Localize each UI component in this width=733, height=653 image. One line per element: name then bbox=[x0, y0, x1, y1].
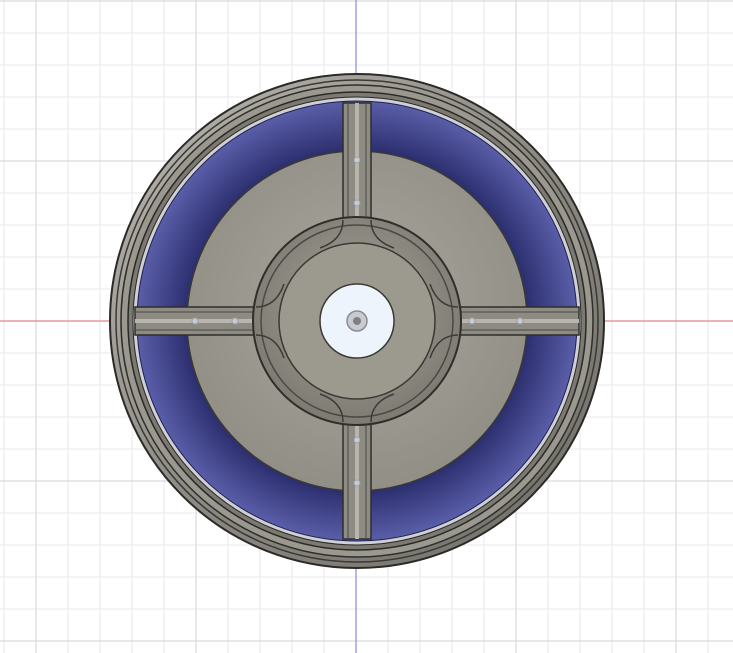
wheel-rim-model[interactable] bbox=[109, 73, 605, 569]
viewport-canvas[interactable] bbox=[0, 0, 733, 653]
cad-viewport[interactable] bbox=[0, 0, 733, 653]
center-point[interactable] bbox=[353, 317, 361, 325]
